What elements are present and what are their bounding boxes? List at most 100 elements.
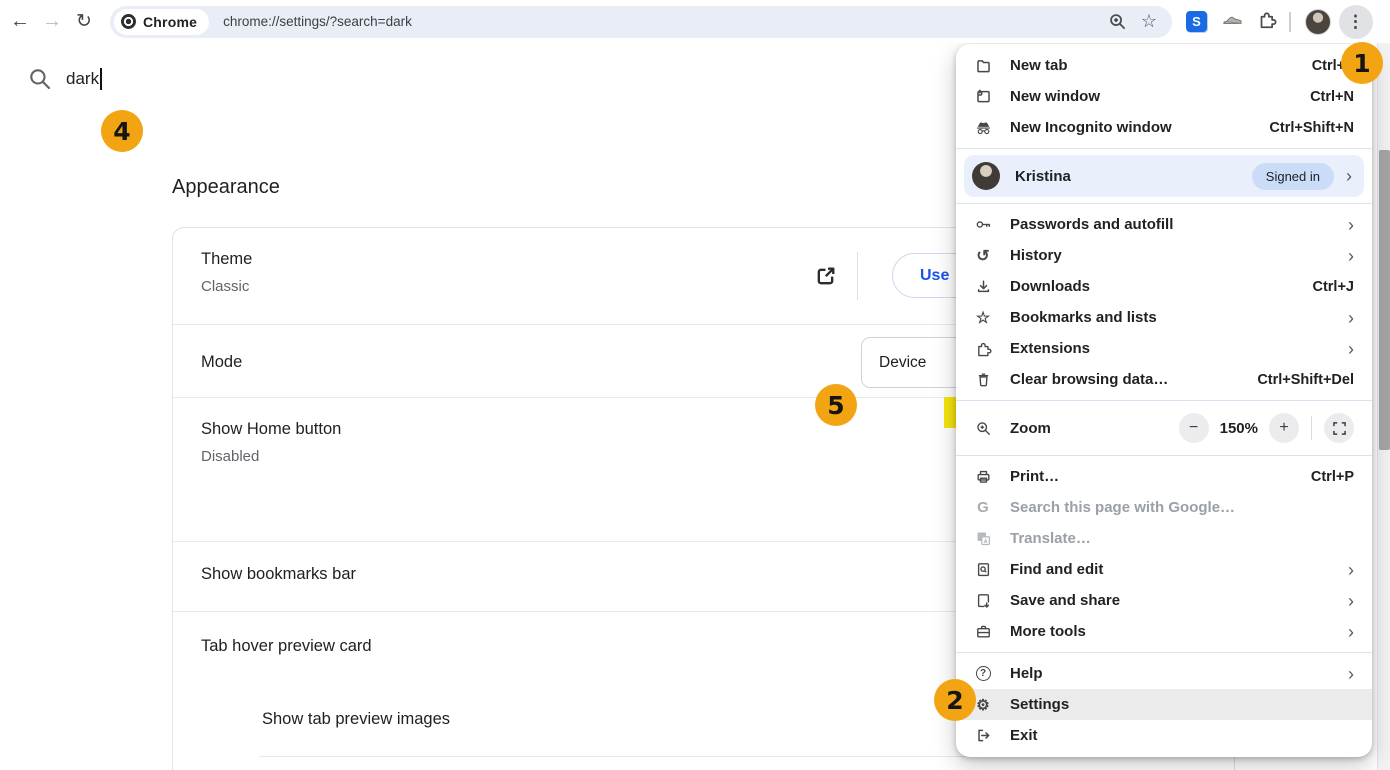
puzzle-icon	[972, 340, 994, 357]
find-page-icon	[972, 561, 994, 578]
show-tab-preview-images-label: Show tab preview images	[262, 710, 450, 729]
profile-avatar[interactable]	[1305, 9, 1331, 35]
text-caret	[100, 68, 102, 90]
translate-icon	[972, 530, 994, 547]
mode-label: Mode	[201, 353, 242, 372]
zoom-level: 150%	[1217, 420, 1261, 437]
menu-item-new-window[interactable]: New window Ctrl+N	[956, 81, 1372, 112]
zoom-out-button[interactable]: −	[1179, 413, 1209, 443]
theme-label: Theme	[201, 250, 252, 269]
zoom-in-page-icon[interactable]	[1104, 12, 1130, 31]
exit-icon	[972, 727, 994, 744]
chevron-right-icon: ›	[1348, 309, 1354, 327]
toolbar-divider	[1289, 12, 1291, 32]
annotation-badge-1: 1	[1341, 42, 1383, 84]
zoom-in-button[interactable]: +	[1269, 413, 1299, 443]
menu-separator	[956, 203, 1372, 204]
menu-item-settings[interactable]: ⚙ Settings	[956, 689, 1372, 720]
site-chip-label: Chrome	[143, 14, 197, 30]
annotation-badge-4: 4	[101, 110, 143, 152]
annotation-badge-2: 2	[934, 679, 976, 721]
menu-item-print[interactable]: Print… Ctrl+P	[956, 461, 1372, 492]
menu-item-bookmarks[interactable]: ☆ Bookmarks and lists ›	[956, 302, 1372, 333]
new-window-icon	[972, 88, 994, 105]
chevron-right-icon: ›	[1348, 665, 1354, 683]
fullscreen-button[interactable]	[1324, 413, 1354, 443]
chrome-menu: New tab Ctrl+T New window Ctrl+N New Inc…	[956, 44, 1372, 757]
section-heading: Appearance	[172, 176, 280, 199]
google-g-icon: G	[972, 499, 994, 516]
menu-item-downloads[interactable]: Downloads Ctrl+J	[956, 271, 1372, 302]
extension-icons: S	[1186, 8, 1277, 35]
home-button-label: Show Home button	[201, 420, 341, 439]
menu-item-passwords[interactable]: Passwords and autofill ›	[956, 209, 1372, 240]
bookmark-star-icon[interactable]: ☆	[1136, 11, 1162, 32]
menu-item-translate: Translate…	[956, 523, 1372, 554]
menu-item-more-tools[interactable]: More tools ›	[956, 616, 1372, 647]
chevron-right-icon: ›	[1348, 561, 1354, 579]
three-dot-menu-button[interactable]: ⋮	[1339, 5, 1373, 39]
help-icon: ?	[972, 666, 994, 681]
chevron-right-icon: ›	[1348, 216, 1354, 234]
signed-in-badge: Signed in	[1252, 163, 1334, 190]
menu-item-exit[interactable]: Exit	[956, 720, 1372, 751]
menu-item-find-edit[interactable]: Find and edit ›	[956, 554, 1372, 585]
theme-value: Classic	[201, 278, 252, 295]
menu-item-new-incognito[interactable]: New Incognito window Ctrl+Shift+N	[956, 112, 1372, 143]
scrollbar-thumb[interactable]	[1379, 150, 1390, 450]
menu-item-clear-data[interactable]: Clear browsing data… Ctrl+Shift+Del	[956, 364, 1372, 395]
address-bar[interactable]: Chrome chrome://settings/?search=dark ☆	[110, 6, 1172, 38]
back-icon[interactable]: ←	[4, 6, 36, 38]
search-icon	[28, 67, 52, 91]
page-scrollbar[interactable]	[1377, 43, 1390, 770]
menu-separator	[956, 148, 1372, 149]
theme-divider	[857, 252, 858, 300]
reload-icon[interactable]: ↻	[68, 6, 100, 38]
url-text[interactable]: chrome://settings/?search=dark	[223, 14, 1104, 29]
menu-item-profile[interactable]: Kristina Signed in ›	[956, 154, 1372, 198]
menu-separator	[956, 455, 1372, 456]
chevron-right-icon: ›	[1348, 340, 1354, 358]
chevron-right-icon: ›	[1346, 167, 1352, 185]
chevron-right-icon: ›	[1348, 592, 1354, 610]
profile-avatar	[972, 162, 1000, 190]
incognito-icon	[972, 119, 994, 136]
chrome-logo-icon	[121, 14, 136, 29]
briefcase-icon	[972, 623, 994, 640]
theme-row[interactable]: Theme Classic	[201, 250, 252, 295]
chevron-right-icon: ›	[1348, 623, 1354, 641]
home-button-value: Disabled	[201, 448, 341, 465]
menu-separator	[956, 652, 1372, 653]
extensions-puzzle-icon[interactable]	[1257, 9, 1277, 34]
browser-toolbar: ← → ↻ Chrome chrome://settings/?search=d…	[0, 0, 1390, 43]
chevron-right-icon: ›	[1348, 247, 1354, 265]
annotation-badge-5: 5	[815, 384, 857, 426]
menu-item-save-share[interactable]: Save and share ›	[956, 585, 1372, 616]
star-icon: ☆	[972, 308, 994, 328]
extension-sneaker-icon[interactable]	[1221, 8, 1243, 35]
menu-item-help[interactable]: ? Help ›	[956, 658, 1372, 689]
show-home-button-row[interactable]: Show Home button Disabled	[201, 420, 341, 465]
search-input-value[interactable]: dark	[66, 69, 99, 89]
menu-separator	[956, 400, 1372, 401]
tab-hover-preview-label: Tab hover preview card	[201, 637, 372, 656]
download-icon	[972, 278, 994, 295]
printer-icon	[972, 468, 994, 485]
new-tab-icon	[972, 57, 994, 74]
menu-item-zoom: Zoom − 150% +	[956, 406, 1372, 450]
trash-icon	[972, 371, 994, 388]
history-icon: ↺	[972, 246, 994, 266]
menu-item-new-tab[interactable]: New tab Ctrl+T	[956, 50, 1372, 81]
menu-item-extensions[interactable]: Extensions ›	[956, 333, 1372, 364]
external-link-icon[interactable]	[813, 264, 838, 294]
settings-search[interactable]: dark	[28, 67, 102, 91]
profile-name: Kristina	[1015, 168, 1071, 185]
key-icon	[972, 216, 994, 233]
menu-item-history[interactable]: ↺ History ›	[956, 240, 1372, 271]
forward-icon: →	[36, 6, 68, 38]
three-dot-icon: ⋮	[1347, 12, 1364, 32]
extension-s-icon[interactable]: S	[1186, 11, 1207, 32]
site-chip[interactable]: Chrome	[114, 9, 209, 35]
show-bookmarks-bar-label: Show bookmarks bar	[201, 565, 356, 584]
zoom-in-icon	[972, 420, 994, 437]
